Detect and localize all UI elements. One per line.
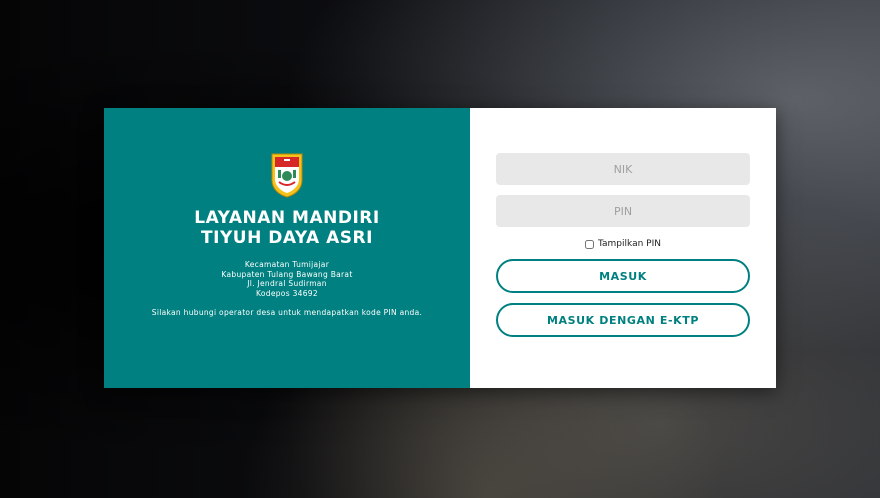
login-ektp-button[interactable]: MASUK DENGAN E-KTP xyxy=(496,303,750,337)
address-district: Kecamatan Tumijajar xyxy=(244,260,330,269)
page-title: LAYANAN MANDIRI TIYUH DAYA ASRI xyxy=(194,208,379,248)
address-regency: Kabupaten Tulang Bawang Barat xyxy=(221,269,353,279)
login-card: LAYANAN MANDIRI TIYUH DAYA ASRI Kecamata… xyxy=(104,108,776,388)
show-pin-checkbox[interactable] xyxy=(585,239,595,249)
show-pin-toggle[interactable]: Tampilkan PIN xyxy=(585,239,661,249)
address-street: Jl. Jendral Sudirman xyxy=(247,279,327,288)
address-block: Kecamatan Tumijajar Kabupaten Tulang Baw… xyxy=(221,260,352,298)
login-form: Tampilkan PIN MASUK MASUK DENGAN E-KTP xyxy=(470,108,776,388)
regency-crest-icon xyxy=(271,153,303,198)
address-postcode: Kodepos 34692 xyxy=(256,288,318,298)
title-line-1: LAYANAN MANDIRI xyxy=(194,208,380,228)
pin-input[interactable] xyxy=(496,195,750,227)
show-pin-label: Tampilkan PIN xyxy=(598,239,661,249)
brand-panel: LAYANAN MANDIRI TIYUH DAYA ASRI Kecamata… xyxy=(104,108,470,388)
login-button[interactable]: MASUK xyxy=(496,259,750,293)
nik-input[interactable] xyxy=(496,153,750,185)
pin-info-note: Silakan hubungi operator desa untuk mend… xyxy=(151,308,423,317)
title-line-2: TIYUH DAYA ASRI xyxy=(201,228,373,248)
